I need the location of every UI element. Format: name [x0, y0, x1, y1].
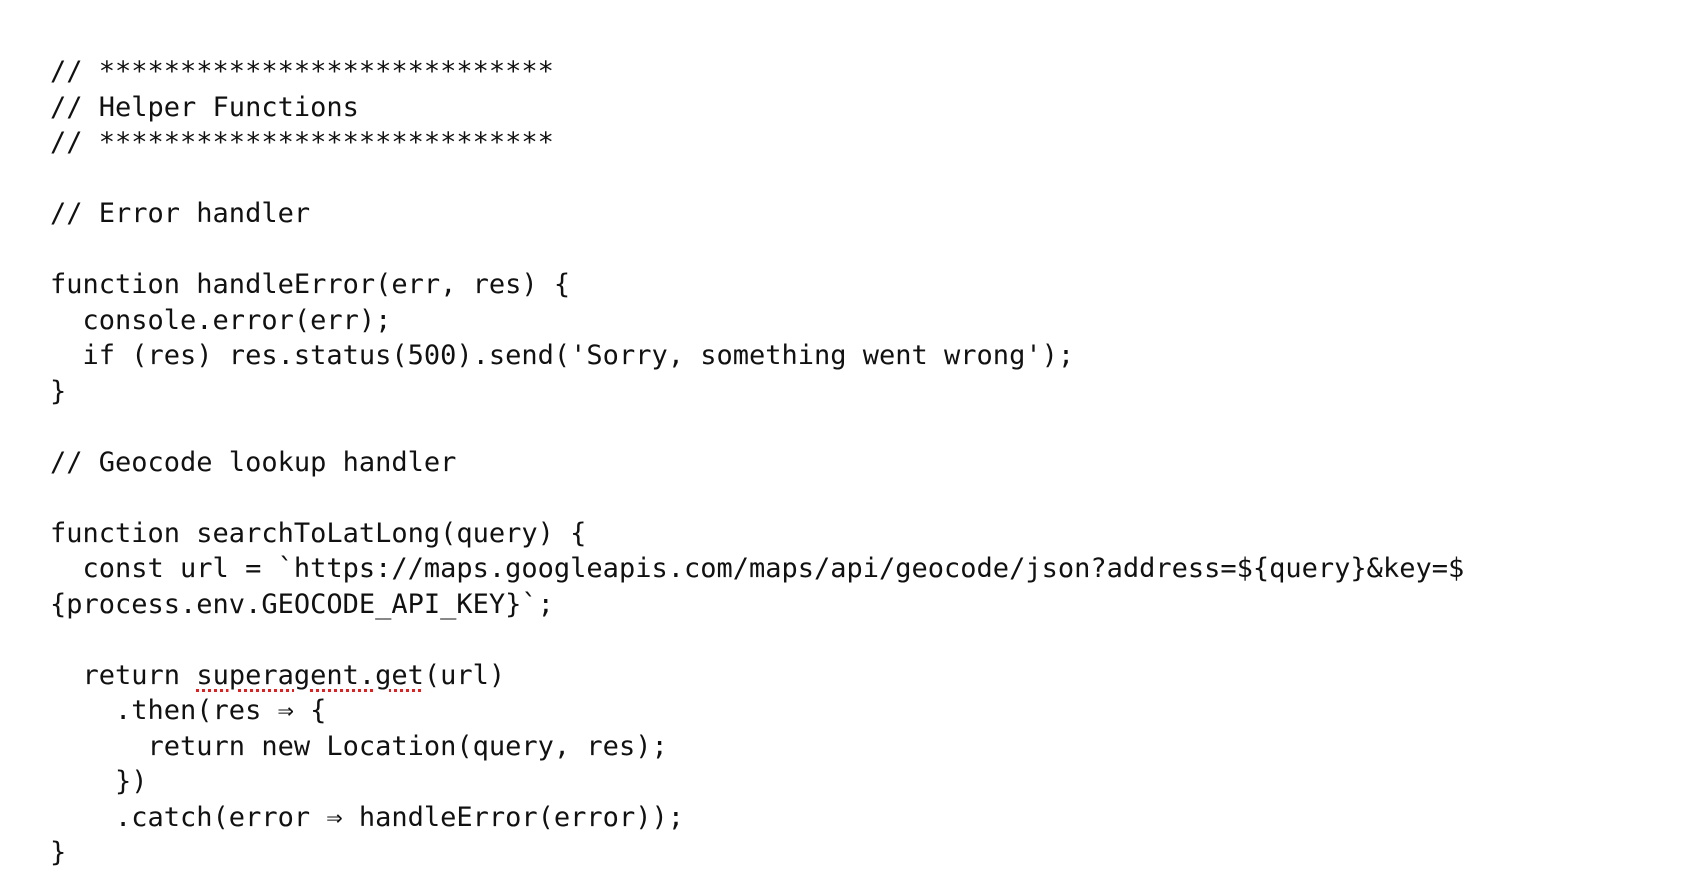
code-line-2: // Helper Functions [50, 91, 359, 123]
code-line-14: function searchToLatLong(query) { [50, 517, 587, 549]
code-line-22: .catch(error ⇒ handleError(error)); [50, 801, 684, 833]
code-line-10: } [50, 375, 67, 407]
code-line-21: }) [50, 766, 148, 797]
code-line-8: console.error(err); [50, 304, 392, 336]
code-line-9: if (res) res.status(500).send('Sorry, so… [50, 340, 1075, 371]
code-line-15: const url = `https://maps.googleapis.com… [50, 553, 1465, 584]
code-line-12: // Geocode lookup handler [50, 446, 457, 478]
code-line-16: {process.env.GEOCODE_API_KEY}`; [50, 588, 554, 620]
code-line-18-suffix: (url) [423, 659, 506, 691]
code-line-18: return superagent.get(url) [50, 658, 1670, 694]
code-line-3: // **************************** [50, 127, 554, 158]
code-line-23: } [50, 837, 67, 868]
code-line-20: return new Location(query, res); [50, 730, 668, 762]
code-line-19: .then(res ⇒ { [50, 695, 327, 726]
code-line-7: function handleError(err, res) { [50, 269, 571, 300]
code-line-1: // **************************** [50, 56, 554, 87]
code-line-5: // Error handler [50, 198, 311, 229]
code-line-18-prefix: return [50, 659, 197, 691]
spellcheck-squiggle[interactable]: superagent.get [196, 660, 424, 691]
code-view[interactable]: // **************************** // Helper… [50, 54, 1670, 871]
